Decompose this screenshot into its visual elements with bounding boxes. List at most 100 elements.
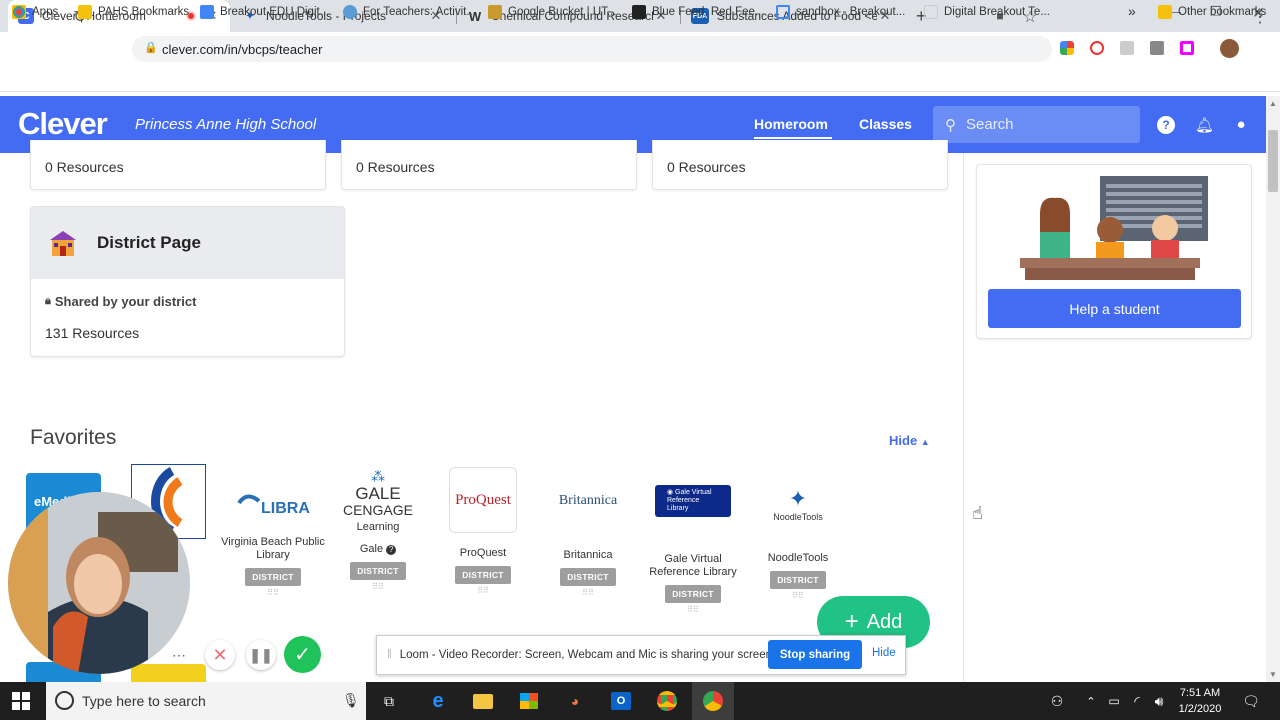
taskbar-search-placeholder: Type here to search [82, 693, 206, 709]
svg-text:LIBRARY: LIBRARY [261, 500, 311, 517]
resource-count: 0 Resources [356, 159, 435, 175]
bookmark-label: Apps [32, 6, 59, 18]
hand-cursor-icon: ☝︎ [972, 503, 983, 523]
bookmark-sandbox[interactable]: sandbox - Breakout... [776, 5, 905, 19]
task-view-icon[interactable]: ⧉ [378, 690, 400, 712]
store-icon[interactable] [518, 690, 540, 712]
bookmark-label: Digital Breakout Te... [944, 6, 1050, 18]
sites-icon [776, 5, 790, 19]
bookmark-apps[interactable]: Apps [12, 5, 58, 19]
loom-pause-icon[interactable]: ❚❚ [246, 640, 276, 670]
bookmark-other[interactable]: Other bookmarks [1158, 5, 1266, 19]
drag-handle-icon[interactable]: ⠿⠿ [641, 605, 745, 614]
extension-icon[interactable] [1090, 41, 1104, 55]
bucket-icon [488, 5, 502, 19]
bookmark-label: For Teachers: Activit... [363, 6, 476, 18]
district-badge: DISTRICT [455, 566, 511, 584]
hide-favorites-link[interactable]: Hide ▲ [889, 433, 930, 448]
loom-cancel-icon[interactable]: ✕ [205, 640, 235, 670]
wifi-icon[interactable]: ◜ [1126, 690, 1148, 712]
scrollbar-thumb[interactable] [1268, 130, 1278, 192]
nav-homeroom[interactable]: Homeroom [754, 116, 828, 132]
microphone-icon[interactable]: 🎙︎ [342, 692, 360, 709]
folder-icon [78, 5, 92, 19]
more-bookmarks-chevron-icon[interactable]: » [1128, 3, 1136, 19]
windows-start-icon[interactable] [12, 692, 30, 710]
hide-sharing-notice-link[interactable]: Hide [872, 647, 896, 659]
favorite-app-vbpl[interactable]: LIBRARY Virginia Beach Public Library DI… [221, 470, 325, 597]
file-explorer-icon[interactable] [472, 690, 494, 712]
drag-handle-icon[interactable]: ‖ [387, 649, 392, 661]
taskbar-search-input[interactable]: Type here to search 🎙︎ [46, 682, 366, 720]
bookmark-blue-feed[interactable]: Blue Feed, Red Fee... [632, 5, 765, 19]
paint-icon[interactable]: ◕ [564, 690, 586, 712]
cortana-icon [55, 691, 74, 710]
battery-icon[interactable]: ▭ [1103, 690, 1125, 712]
volume-icon[interactable]: 🔊︎ [1148, 690, 1170, 712]
resource-count: 0 Resources [667, 159, 746, 175]
gvrl-logo-icon: ◉ Gale Virtual Reference Library [655, 485, 731, 517]
address-bar[interactable]: 🔒 clever.com/in/vbcps/teacher [132, 36, 1052, 62]
notifications-icon[interactable]: 🗨︎ [1240, 690, 1262, 712]
chrome-icon[interactable] [702, 690, 724, 712]
lock-icon: 🔒 [144, 42, 158, 54]
docs-icon [200, 5, 214, 19]
caret-up-icon: ▲ [920, 437, 930, 447]
extension-icon[interactable] [1060, 41, 1074, 55]
library-logo-icon: LIBRARY [221, 470, 325, 532]
app-name: Gale ? [326, 543, 430, 556]
bookmark-label: PAHS Bookmarks [98, 6, 190, 18]
info-icon[interactable]: ? [386, 545, 397, 555]
column-divider [963, 153, 964, 682]
profile-avatar[interactable] [1220, 39, 1239, 58]
active-nav-underline [754, 137, 832, 139]
loom-more-icon[interactable]: ⋯ [172, 647, 186, 664]
search-input[interactable]: ⚲ Search [933, 106, 1140, 143]
shared-label: 🔒︎ Shared by your district [45, 294, 196, 309]
scroll-down-arrow-icon[interactable]: ▼ [1269, 670, 1277, 679]
help-icon[interactable]: ? [1157, 116, 1175, 134]
favorite-app-gale[interactable]: ⁂ GALE CENGAGE Learning Gale ? DISTRICT ⠿⠿ [326, 464, 430, 592]
drag-handle-icon[interactable]: ⠿⠿ [221, 588, 325, 597]
clever-logo[interactable]: Clever [18, 106, 108, 142]
drag-handle-icon[interactable]: ⠿⠿ [326, 582, 430, 591]
scroll-up-arrow-icon[interactable]: ▲ [1269, 99, 1277, 108]
favorite-app-proquest[interactable]: ProQuest ProQuest DISTRICT ⠿⠿ [431, 467, 535, 595]
bookmark-pahs[interactable]: PAHS Bookmarks [78, 5, 189, 19]
bookmark-digital-breakout[interactable]: Digital Breakout Te... [924, 5, 1050, 19]
help-a-student-button[interactable]: Help a student [988, 289, 1241, 328]
favorite-app-gale-virtual[interactable]: ◉ Gale Virtual Reference Library Gale Virt… [641, 485, 745, 614]
taskbar-clock[interactable]: 7:51 AM 1/2/2020 [1172, 685, 1228, 717]
drag-handle-icon[interactable]: ⠿⠿ [431, 586, 535, 595]
webcam-bubble[interactable] [8, 492, 190, 674]
user-icon[interactable]: ● [1232, 116, 1250, 133]
favorite-app-icon[interactable] [131, 664, 206, 682]
app-name: ProQuest [459, 547, 507, 559]
clock-date: 1/2/2020 [1178, 703, 1222, 715]
bookmark-google-bucket[interactable]: Google Bucket | UT... [488, 5, 616, 19]
edge-browser-icon[interactable]: e [427, 690, 449, 712]
extension-icon[interactable] [1180, 41, 1194, 55]
favorite-app-noodletools[interactable]: ✦ NoodleTools NoodleTools DISTRICT ⠿⠿ [746, 478, 850, 600]
hide-label: Hide [889, 433, 918, 448]
extension-icon[interactable] [1120, 41, 1134, 55]
bookmark-for-teachers[interactable]: For Teachers: Activit... [343, 5, 476, 19]
add-label: Add [866, 610, 903, 633]
nav-classes[interactable]: Classes [859, 116, 912, 132]
cloud-icon [343, 5, 357, 19]
app-name: Britannica [563, 549, 613, 561]
sharing-message: Loom - Video Recorder: Screen, Webcam an… [399, 649, 776, 661]
district-badge: DISTRICT [560, 568, 616, 586]
drag-handle-icon[interactable]: ⠿⠿ [536, 588, 640, 597]
loom-finish-check-icon[interactable]: ✓ [284, 636, 321, 673]
chrome-icon[interactable] [656, 690, 678, 712]
people-icon[interactable]: ⚇ [1046, 690, 1068, 712]
bookmark-label: Blue Feed, Red Fee... [652, 6, 765, 18]
bell-icon[interactable]: 🔔︎ [1195, 116, 1214, 134]
outlook-icon[interactable]: O [610, 690, 632, 712]
stop-sharing-button[interactable]: Stop sharing [768, 640, 862, 669]
show-hidden-icons-chevron-icon[interactable]: ⌃ [1080, 690, 1102, 712]
favorite-app-britannica[interactable]: Britannica Britannica DISTRICT ⠿⠿ [536, 470, 640, 597]
extension-icon[interactable] [1150, 41, 1164, 55]
bookmark-breakout-edu[interactable]: Breakout EDU Digit... [200, 5, 329, 19]
